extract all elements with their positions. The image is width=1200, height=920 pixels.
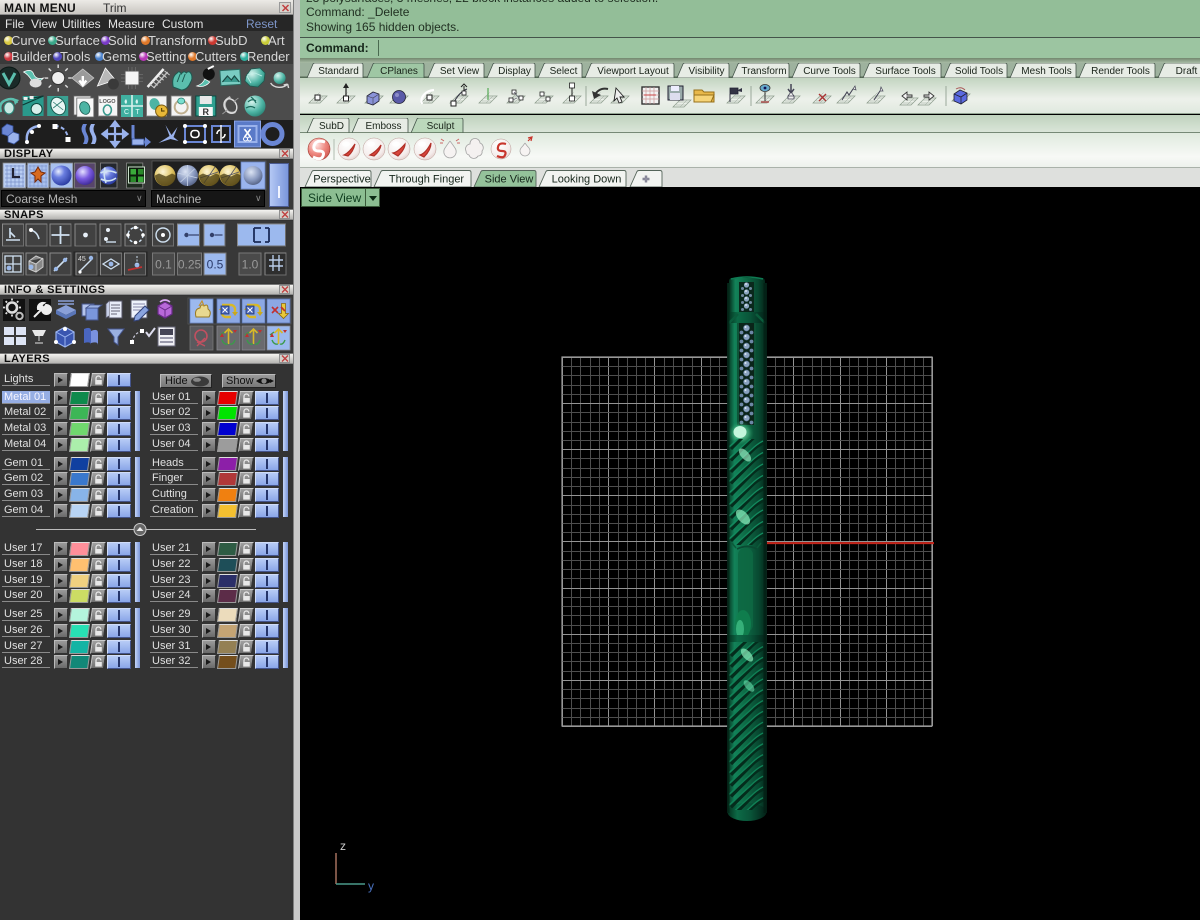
svg-text:Curve Tools: Curve Tools (803, 66, 856, 77)
svg-text:Perspective: Perspective (313, 174, 370, 186)
svg-text:Select: Select (550, 66, 578, 77)
svg-text:SubD: SubD (319, 121, 344, 132)
svg-text:T: T (135, 109, 140, 116)
svg-text:Visibility: Visibility (689, 66, 725, 77)
svg-text:1.0: 1.0 (242, 258, 259, 272)
svg-text:Standard: Standard (318, 66, 359, 77)
svg-text:Transform: Transform (741, 66, 786, 77)
svg-text:Draft: Draft (1176, 66, 1198, 77)
svg-text:C: C (124, 109, 129, 116)
svg-text:Emboss: Emboss (365, 121, 401, 132)
svg-text:45: 45 (78, 256, 86, 263)
svg-text:CPlanes: CPlanes (380, 66, 418, 77)
svg-text:Looking Down: Looking Down (552, 174, 622, 186)
svg-text:z: z (340, 839, 346, 853)
svg-text:0.25: 0.25 (178, 258, 202, 272)
svg-text:0.1: 0.1 (155, 258, 172, 272)
svg-text:Through Finger: Through Finger (389, 174, 465, 186)
svg-text:Viewport Layout: Viewport Layout (597, 66, 669, 77)
svg-text:Render Tools: Render Tools (1091, 66, 1150, 77)
svg-text:R: R (203, 107, 210, 117)
svg-text:Surface Tools: Surface Tools (875, 66, 935, 77)
svg-text:Side View: Side View (485, 174, 534, 186)
svg-text:y: y (368, 879, 374, 893)
svg-text:Solid Tools: Solid Tools (955, 66, 1003, 77)
svg-text:Set View: Set View (440, 66, 480, 77)
svg-text:Sculpt: Sculpt (427, 121, 455, 132)
svg-text:Mesh Tools: Mesh Tools (1021, 66, 1071, 77)
svg-text:LOGO: LOGO (99, 99, 116, 105)
svg-text:0.5: 0.5 (207, 258, 224, 272)
svg-text:Display: Display (498, 66, 531, 77)
